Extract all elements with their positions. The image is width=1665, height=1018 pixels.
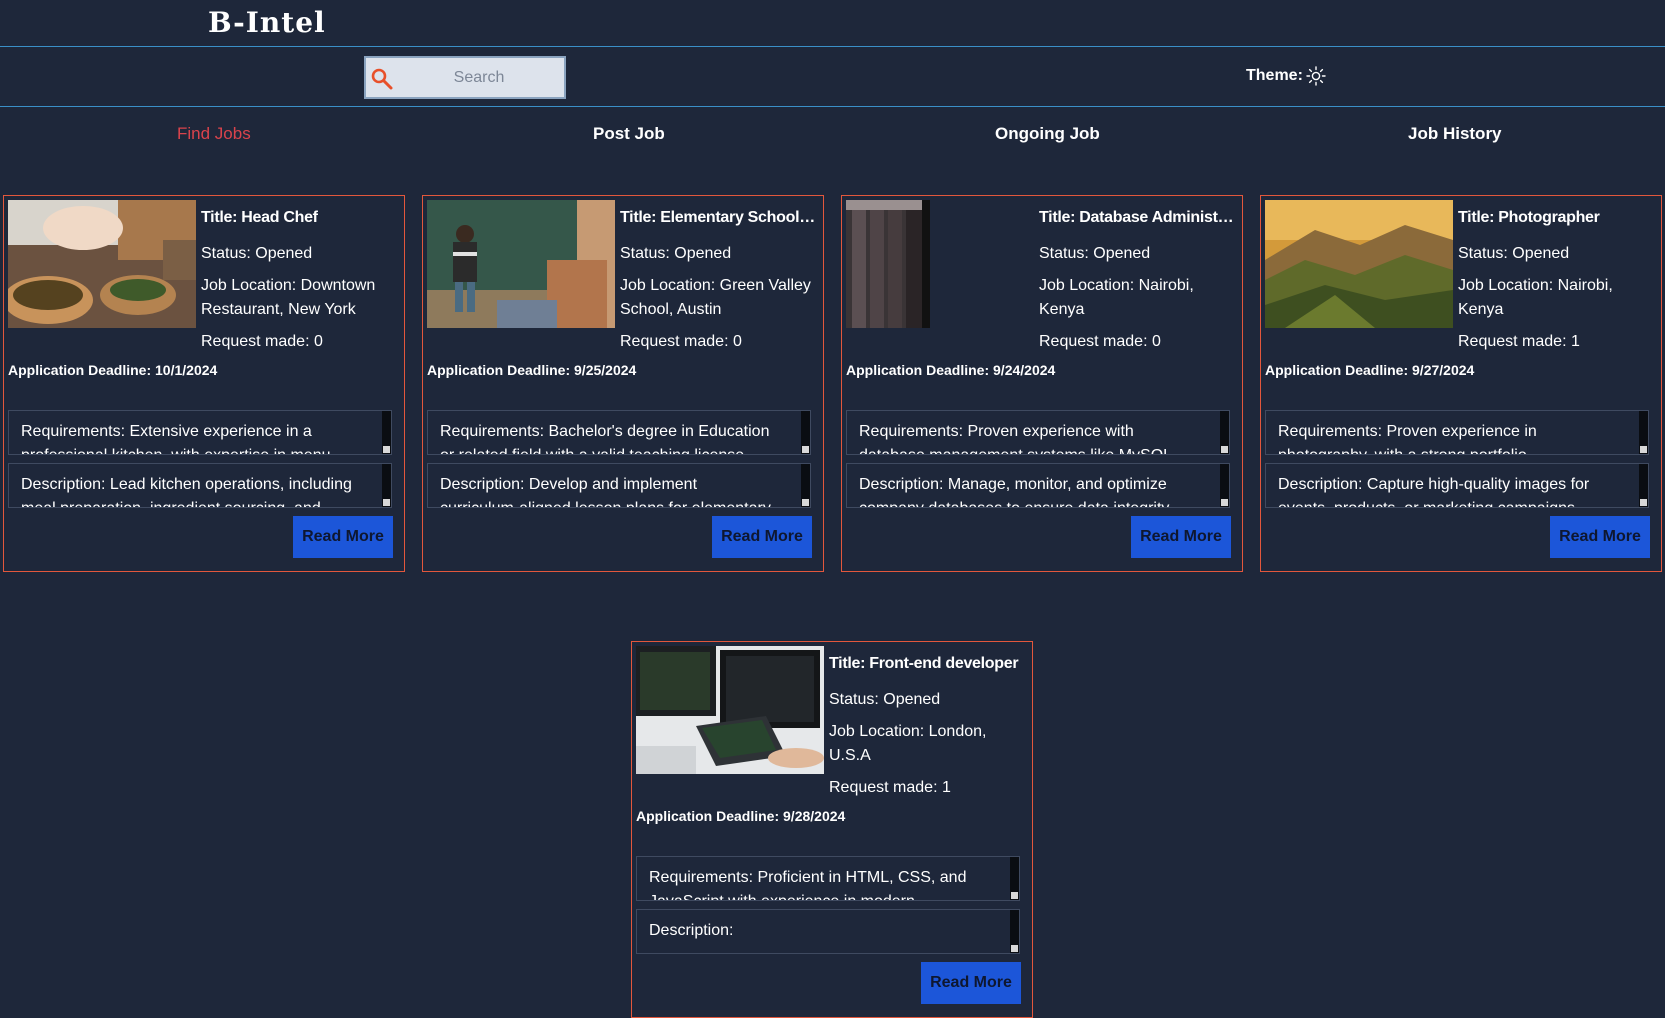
job-title: Title: Front-end developer [829,655,1019,672]
requirements-scrollbar[interactable] [1639,411,1648,454]
job-location: Job Location: London, U.S.A [829,723,987,764]
requirements-box[interactable]: Requirements: Extensive experience in a … [8,410,392,455]
description-scrollbar[interactable] [382,464,391,507]
job-status: Status: Opened [1039,245,1151,262]
job-info: Title: Elementary School Teacher Status:… [620,202,818,362]
job-title: Title: Photographer [1458,209,1600,226]
job-requests: Request made: 1 [829,779,951,796]
job-location: Job Location: Nairobi, Kenya [1458,277,1613,318]
job-image-developer [636,646,824,774]
description-scrollbar[interactable] [1639,464,1648,507]
description-box[interactable]: Description: Lead kitchen operations, in… [8,463,392,508]
sun-icon[interactable] [1306,66,1326,86]
requirements-text: Requirements: Proven experience with dat… [859,423,1176,454]
search-icon[interactable] [370,67,394,91]
application-deadline: Application Deadline: 9/25/2024 [427,362,637,378]
requirements-scrollbar[interactable] [1220,411,1229,454]
read-more-button[interactable]: Read More [1550,516,1650,558]
scroll-down-icon[interactable] [1640,499,1647,506]
scroll-down-icon[interactable] [1221,499,1228,506]
application-deadline: Application Deadline: 9/28/2024 [636,808,846,824]
job-requests: Request made: 0 [201,333,323,350]
job-status: Status: Opened [1458,245,1570,262]
requirements-text: Requirements: Proven experience in photo… [1278,423,1537,454]
job-card-teacher: Title: Elementary School Teacher Status:… [422,195,824,572]
description-text: Description: Manage, monitor, and optimi… [859,476,1169,507]
read-more-button[interactable]: Read More [293,516,393,558]
scroll-down-icon[interactable] [1011,945,1018,952]
scroll-down-icon[interactable] [1221,446,1228,453]
read-more-button[interactable]: Read More [712,516,812,558]
description-text: Description: Lead kitchen operations, in… [21,476,352,507]
job-image-teacher [427,200,615,328]
job-image-landscape [1265,200,1453,328]
job-location: Job Location: Nairobi, Kenya [1039,277,1194,318]
job-title: Title: Database Administrator [1039,209,1237,226]
brand-logo: B-Intel [208,6,326,39]
job-location: Job Location: Downtown Restaurant, New Y… [201,277,376,318]
tab-job-history[interactable]: Job History [1408,124,1502,144]
description-box[interactable]: Description: Capture high-quality images… [1265,463,1649,508]
job-status: Status: Opened [620,245,732,262]
tab-find-jobs[interactable]: Find Jobs [177,124,251,144]
requirements-box[interactable]: Requirements: Bachelor's degree in Educa… [427,410,811,455]
tab-post-job[interactable]: Post Job [593,124,665,144]
scroll-down-icon[interactable] [1011,892,1018,899]
requirements-box[interactable]: Requirements: Proficient in HTML, CSS, a… [636,856,1020,901]
description-scrollbar[interactable] [1010,910,1019,953]
tab-ongoing-job[interactable]: Ongoing Job [995,124,1100,144]
job-card-frontend-developer: Title: Front-end developer Status: Opene… [631,641,1033,1018]
job-location: Job Location: Green Valley School, Austi… [620,277,811,318]
description-scrollbar[interactable] [1220,464,1229,507]
scroll-down-icon[interactable] [383,499,390,506]
requirements-box[interactable]: Requirements: Proven experience with dat… [846,410,1230,455]
brand-bar: B-Intel [0,0,1665,47]
search-input[interactable] [396,58,562,97]
application-deadline: Application Deadline: 10/1/2024 [8,362,218,378]
job-info: Title: Front-end developer Status: Opene… [829,648,1027,808]
job-card-head-chef: Title: Head Chef Status: Opened Job Loca… [3,195,405,572]
description-box[interactable]: Description: Develop and implement curri… [427,463,811,508]
search-box[interactable] [364,56,566,99]
scroll-down-icon[interactable] [802,499,809,506]
description-scrollbar[interactable] [801,464,810,507]
requirements-box[interactable]: Requirements: Proven experience in photo… [1265,410,1649,455]
job-title: Title: Head Chef [201,209,318,226]
job-info: Title: Photographer Status: Opened Job L… [1458,202,1656,362]
requirements-scrollbar[interactable] [801,411,810,454]
read-more-button[interactable]: Read More [921,962,1021,1004]
requirements-text: Requirements: Bachelor's degree in Educa… [440,423,770,454]
description-text: Description: Develop and implement curri… [440,476,771,507]
job-requests: Request made: 0 [1039,333,1161,350]
description-text: Description: Capture high-quality images… [1278,476,1590,507]
scroll-down-icon[interactable] [383,446,390,453]
job-card-photographer: Title: Photographer Status: Opened Job L… [1260,195,1662,572]
job-info: Title: Head Chef Status: Opened Job Loca… [201,202,399,362]
toolbar: Theme: [0,47,1665,107]
job-image-server-room [846,200,930,328]
scroll-down-icon[interactable] [1640,446,1647,453]
job-requests: Request made: 1 [1458,333,1580,350]
job-card-database-admin: Title: Database Administrator Status: Op… [841,195,1243,572]
job-status: Status: Opened [829,691,941,708]
scroll-down-icon[interactable] [802,446,809,453]
description-box[interactable]: Description: [636,909,1020,954]
requirements-text: Requirements: Proficient in HTML, CSS, a… [649,869,967,900]
job-info: Title: Database Administrator Status: Op… [1039,202,1237,362]
job-title: Title: Elementary School Teacher [620,209,818,226]
job-status: Status: Opened [201,245,313,262]
application-deadline: Application Deadline: 9/27/2024 [1265,362,1475,378]
requirements-scrollbar[interactable] [1010,857,1019,900]
read-more-button[interactable]: Read More [1131,516,1231,558]
requirements-text: Requirements: Extensive experience in a … [21,423,331,454]
requirements-scrollbar[interactable] [382,411,391,454]
job-requests: Request made: 0 [620,333,742,350]
description-box[interactable]: Description: Manage, monitor, and optimi… [846,463,1230,508]
job-image-chef [8,200,196,328]
theme-label: Theme: [1246,67,1303,84]
application-deadline: Application Deadline: 9/24/2024 [846,362,1056,378]
